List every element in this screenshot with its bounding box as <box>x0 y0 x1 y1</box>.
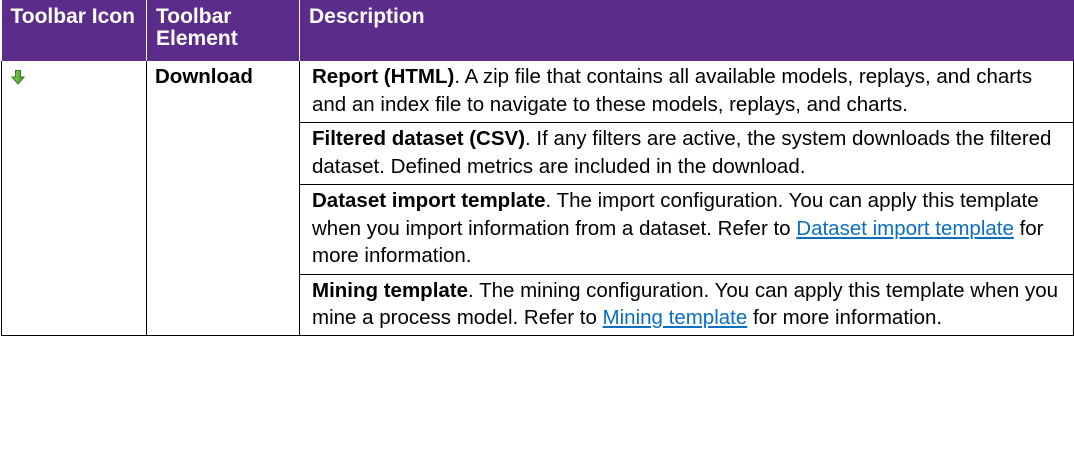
header-toolbar-icon: Toolbar Icon <box>1 0 147 61</box>
header-description: Description <box>299 0 1074 61</box>
description-cell: Report (HTML). A zip file that contains … <box>299 61 1074 336</box>
term-filtered-dataset: Filtered dataset (CSV) <box>312 127 526 150</box>
header-toolbar-element: Toolbar Element <box>146 0 300 61</box>
term-report-html: Report (HTML) <box>312 65 455 88</box>
table-header-row: Toolbar Icon Toolbar Element Description <box>1 0 1074 61</box>
description-mining-template: Mining template. The mining configuratio… <box>300 275 1073 335</box>
text-mining-template-after: for more information. <box>747 306 943 329</box>
download-arrow-icon <box>10 65 26 85</box>
table-row: Download Report (HTML). A zip file that … <box>1 61 1074 336</box>
toolbar-table: Toolbar Icon Toolbar Element Description <box>1 0 1074 336</box>
mining-template-link[interactable]: Mining template <box>603 306 748 329</box>
description-filtered-dataset: Filtered dataset (CSV). If any filters a… <box>300 123 1073 185</box>
element-cell: Download <box>146 61 300 336</box>
description-dataset-import-template: Dataset import template. The import conf… <box>300 185 1073 275</box>
term-mining-template: Mining template <box>312 278 469 302</box>
description-report-html: Report (HTML). A zip file that contains … <box>300 61 1073 123</box>
term-dataset-import-template: Dataset import template <box>312 189 546 212</box>
dataset-import-template-link[interactable]: Dataset import template <box>796 217 1014 240</box>
icon-cell <box>1 61 147 336</box>
